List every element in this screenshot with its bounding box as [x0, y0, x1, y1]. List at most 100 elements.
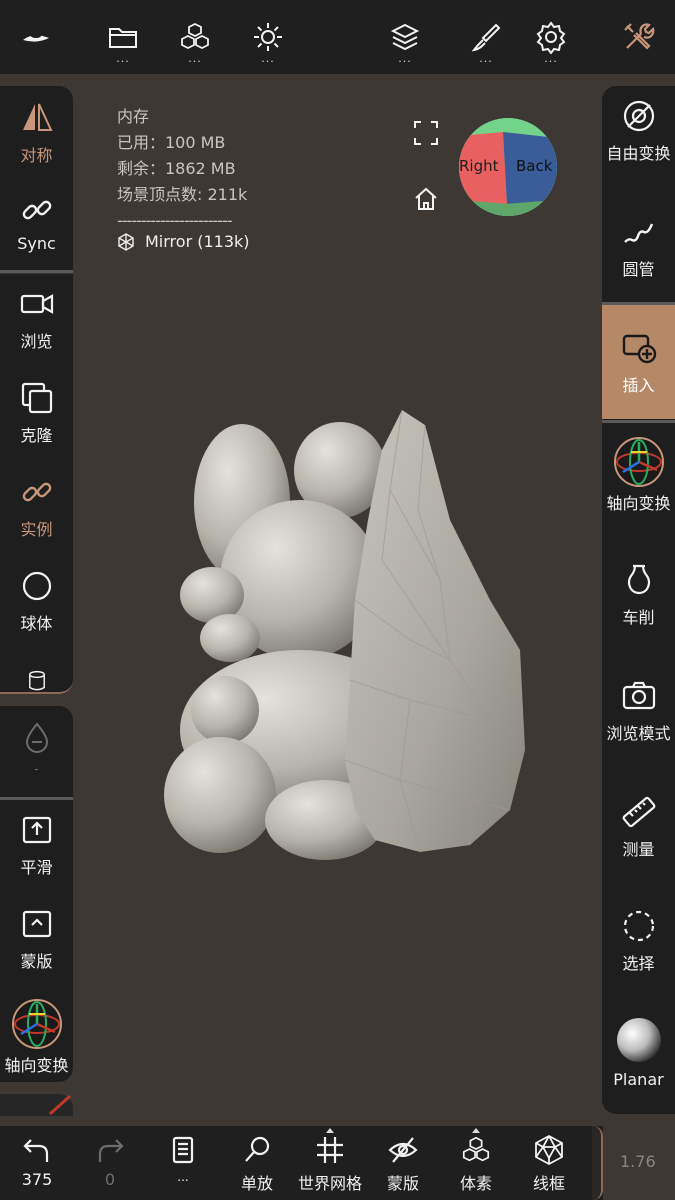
mask-button[interactable]: 蒙版: [0, 906, 73, 972]
world-grid-label: 世界网格: [297, 1174, 362, 1193]
symmetry-label: 对称: [20, 146, 53, 165]
bottom-toolbar: 375 0 ... 单放 世界网格 蒙版 体素 线框: [0, 1126, 603, 1200]
sphere-material-icon: [616, 1018, 661, 1062]
tube-button[interactable]: 圆管: [602, 214, 675, 280]
instance-button[interactable]: 实例: [0, 474, 73, 540]
link-icon: [22, 482, 51, 502]
camera-icon: [20, 294, 53, 314]
view-mode-button[interactable]: 浏览模式: [602, 678, 675, 744]
circle-icon: [22, 571, 51, 601]
more-dots: ...: [398, 52, 412, 65]
gizmo-button-right[interactable]: 轴向变换: [602, 434, 675, 514]
sphere-label: 球体: [20, 614, 53, 633]
layers-button[interactable]: ...: [381, 14, 429, 65]
mirror-object-label: Mirror (113k): [145, 232, 250, 251]
wireframe-button[interactable]: 线框: [514, 1134, 584, 1194]
wireframe-icon: [535, 1134, 563, 1166]
view-button[interactable]: 浏览: [0, 286, 73, 352]
undo-button[interactable]: 375: [2, 1134, 72, 1189]
sun-icon: [254, 23, 282, 51]
dashed-circle-icon: [623, 910, 654, 942]
view-cube-right-label: Right: [459, 157, 499, 175]
cylinder-button[interactable]: [0, 668, 73, 694]
mirror-object-row[interactable]: Mirror (113k): [117, 232, 250, 251]
app-logo-button[interactable]: [12, 14, 60, 62]
left-panel-brush: [0, 1094, 73, 1116]
logo-icon: [23, 34, 49, 42]
lathe-button[interactable]: 车削: [602, 562, 675, 628]
mask-visibility-label: 蒙版: [386, 1174, 419, 1193]
voxel-button[interactable]: 体素: [441, 1128, 511, 1194]
fullscreen-icon[interactable]: [413, 120, 439, 146]
world-grid-button[interactable]: 世界网格: [295, 1128, 365, 1194]
info-divider: ------------------------: [117, 211, 233, 230]
tools-icon: [624, 23, 655, 50]
voxel-label: 体素: [459, 1174, 492, 1193]
view-mode-label: 浏览模式: [606, 724, 671, 743]
mesh-icon: [118, 232, 134, 251]
caret-up-icon: [472, 1128, 480, 1133]
brush-icon: [471, 23, 501, 52]
more-dots: ...: [261, 52, 275, 65]
tools-button[interactable]: [614, 14, 662, 62]
redo-button[interactable]: 0: [75, 1134, 145, 1189]
symmetry-icon: [22, 103, 53, 131]
divider: [602, 302, 675, 305]
select-button[interactable]: 选择: [602, 908, 675, 974]
divider: [0, 270, 73, 273]
gizmo-label-left: 轴向变换: [4, 1056, 69, 1075]
tube-label: 圆管: [622, 260, 655, 279]
vase-icon: [627, 564, 650, 595]
clone-label: 克隆: [20, 426, 53, 445]
photo-camera-icon: [622, 681, 655, 710]
scene-list-button[interactable]: ...: [148, 1134, 218, 1184]
ruler-icon: [622, 796, 655, 828]
sync-button[interactable]: Sync: [0, 192, 73, 253]
sculpt-model[interactable]: [150, 400, 550, 870]
symmetry-button[interactable]: 对称: [0, 100, 73, 166]
settings-button[interactable]: ...: [527, 14, 575, 64]
measure-label: 测量: [622, 840, 655, 859]
mask-label: 蒙版: [20, 952, 53, 971]
cubes-icon: [181, 22, 209, 50]
layers-icon: [390, 23, 420, 51]
brush-button[interactable]: ...: [462, 14, 510, 64]
clone-button[interactable]: 克隆: [0, 380, 73, 446]
file-button[interactable]: ...: [99, 14, 147, 64]
insert-icon: [622, 334, 656, 364]
insert-button[interactable]: 插入: [602, 330, 675, 396]
folder-icon: [109, 28, 137, 48]
bottombar-edge: [592, 1126, 603, 1200]
view-cube[interactable]: Right Back: [459, 118, 557, 216]
redo-icon: [98, 1139, 124, 1162]
scene-list-more: ...: [177, 1170, 189, 1184]
home-icon[interactable]: [413, 186, 439, 212]
caret-up-icon: [326, 1128, 334, 1133]
free-transform-button[interactable]: 自由变换: [602, 98, 675, 164]
solo-label: 单放: [240, 1174, 273, 1193]
drop-icon: [25, 722, 48, 753]
gear-icon: [536, 21, 566, 54]
curve-icon: [623, 223, 653, 243]
grid-icon: [317, 1137, 343, 1163]
measure-button[interactable]: 测量: [602, 794, 675, 860]
caret-box-icon: [22, 910, 51, 938]
top-toolbar: ... ... ... ... ... ...: [0, 0, 675, 74]
zoom-value: 1.76: [620, 1152, 656, 1171]
planar-button[interactable]: Planar: [602, 1016, 675, 1089]
scene-button[interactable]: ...: [171, 14, 219, 64]
instance-label: 实例: [20, 520, 53, 539]
redo-count: 0: [104, 1170, 116, 1189]
gizmo-button-left[interactable]: 轴向变换: [0, 996, 73, 1076]
drop-button[interactable]: -: [0, 720, 73, 776]
divider: [602, 420, 675, 423]
drop-label: -: [34, 762, 39, 776]
lighting-button[interactable]: ...: [244, 14, 292, 65]
gizmo-label-right: 轴向变换: [606, 494, 671, 513]
smooth-button[interactable]: 平滑: [0, 812, 73, 878]
solo-button[interactable]: 单放: [222, 1134, 292, 1194]
sphere-button[interactable]: 球体: [0, 568, 73, 634]
lathe-label: 车削: [622, 608, 655, 627]
magnifier-icon: [245, 1136, 270, 1162]
mask-visibility-button[interactable]: 蒙版: [368, 1134, 438, 1194]
